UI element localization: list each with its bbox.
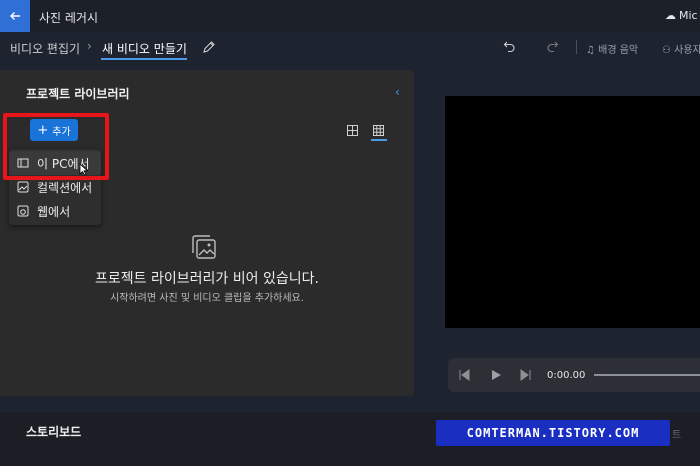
- large-grid-icon[interactable]: [347, 125, 358, 136]
- view-mode-underline: [371, 139, 387, 141]
- empty-library-subtitle: 시작하려면 사진 및 비디오 클립을 추가하세요.: [110, 293, 304, 304]
- breadcrumb-video-editor[interactable]: 비디오 편집기: [10, 40, 80, 57]
- active-underline: [101, 58, 187, 60]
- play-icon[interactable]: [490, 369, 502, 381]
- playback-time: 0:00.00: [547, 370, 586, 381]
- video-preview: [445, 96, 700, 328]
- redo-icon[interactable]: [546, 40, 559, 53]
- library-title: 프로젝트 라이브러리: [26, 87, 130, 101]
- breadcrumb-separator: ›: [87, 39, 92, 53]
- background-music-button[interactable]: ♫ 배경 음악: [586, 41, 638, 56]
- title-bar: 사진 레거시 ☁ Mic: [0, 0, 700, 32]
- account-label: Mic: [679, 9, 698, 22]
- previous-frame-icon[interactable]: [458, 369, 470, 381]
- playback-controls: 0:00.00: [448, 358, 700, 392]
- music-icon: ♫: [586, 45, 595, 56]
- undo-icon[interactable]: [503, 40, 516, 53]
- seek-bar[interactable]: [594, 374, 700, 376]
- menu-item-label: 웹에서: [37, 204, 71, 219]
- chevron-left-icon[interactable]: ‹: [395, 85, 400, 99]
- web-icon: [17, 205, 29, 217]
- toolbar-divider: [576, 40, 577, 54]
- small-grid-icon[interactable]: [373, 125, 384, 136]
- watermark: COMTERMAN.TISTORY.COM: [436, 420, 670, 446]
- back-button[interactable]: [0, 0, 30, 32]
- account-button[interactable]: ☁ Mic: [665, 9, 698, 22]
- storyboard-title: 스토리보드: [26, 425, 82, 439]
- breadcrumb: 비디오 편집기 › 새 비디오 만들기 ♫ 배경 음악 ⚇ 사용자: [0, 32, 700, 62]
- custom-audio-label: 사용자: [674, 45, 700, 56]
- cloud-icon: ☁: [665, 9, 676, 22]
- collection-icon: [17, 181, 29, 193]
- person-audio-icon: ⚇: [662, 45, 671, 56]
- background-music-label: 배경 음악: [598, 45, 639, 56]
- menu-item-label: 컬렉션에서: [37, 180, 93, 195]
- empty-library-title: 프로젝트 라이브러리가 비어 있습니다.: [95, 271, 319, 287]
- media-placeholder-icon: [192, 235, 216, 259]
- storyboard-toolbar-text: 트: [672, 430, 682, 441]
- app-title: 사진 레거시: [39, 11, 99, 25]
- breadcrumb-new-video: 새 비디오 만들기: [102, 42, 187, 56]
- pencil-icon[interactable]: [202, 40, 216, 54]
- arrow-left-icon: [10, 12, 20, 20]
- next-frame-icon[interactable]: [520, 369, 532, 381]
- menu-item-from-web[interactable]: 웹에서: [9, 199, 101, 223]
- custom-audio-button[interactable]: ⚇ 사용자: [662, 41, 700, 56]
- highlight-box: [3, 113, 109, 180]
- mouse-cursor-icon: [79, 163, 88, 176]
